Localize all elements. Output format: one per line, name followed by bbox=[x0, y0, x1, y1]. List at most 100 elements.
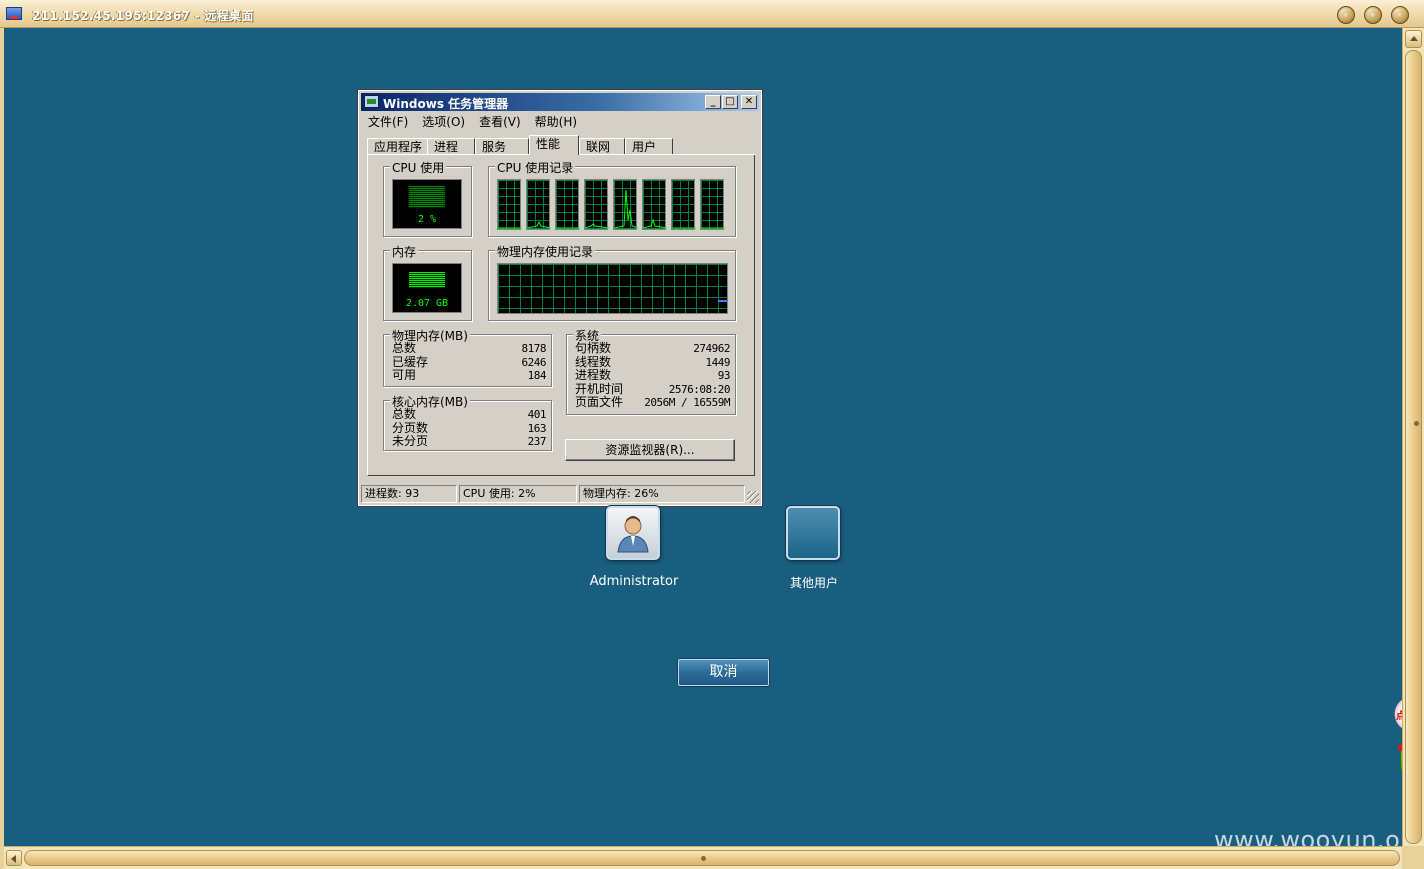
close-button[interactable] bbox=[1391, 6, 1409, 24]
stat-name: 线程数 bbox=[575, 354, 612, 369]
memory-history-group: 物理内存使用记录 bbox=[488, 243, 736, 321]
tm-maximize-button[interactable]: □ bbox=[722, 95, 738, 109]
task-manager-titlebar[interactable]: Windows 任务管理器 _ □ ✕ bbox=[361, 93, 759, 111]
cpu-core-line bbox=[527, 220, 551, 229]
cpu-core-graph bbox=[584, 179, 609, 230]
task-manager-menubar: 文件(F) 选项(O) 查看(V) 帮助(H) bbox=[361, 113, 584, 131]
stat-value: 401 bbox=[527, 408, 547, 421]
memory-history-svg bbox=[718, 300, 728, 302]
horizontal-scroll-thumb[interactable] bbox=[24, 850, 1400, 866]
cpu-core-graph bbox=[555, 179, 580, 230]
memory-label: 内存 bbox=[390, 243, 419, 260]
performance-panel: CPU 使用 2 % CPU 使用记录 内存 2.07 GB 物理内存使用记录 … bbox=[367, 155, 755, 476]
tab-services[interactable]: 服务 bbox=[475, 138, 529, 155]
stat-value: 184 bbox=[527, 369, 547, 382]
menu-help[interactable]: 帮助(H) bbox=[528, 113, 584, 131]
user-tile-other[interactable] bbox=[786, 506, 840, 560]
stat-value: 2576:08:20 bbox=[668, 382, 731, 396]
user-tile-administrator[interactable] bbox=[606, 506, 660, 560]
cpu-core-svg bbox=[643, 218, 667, 229]
cpu-core-svg bbox=[614, 189, 638, 229]
kernel-memory-group: 核心内存(MB) 总数 401 分页数 163 未分页 237 bbox=[383, 393, 552, 451]
cpu-usage-label: CPU 使用 bbox=[390, 159, 447, 176]
cpu-core-line bbox=[643, 218, 667, 229]
cpu-core-svg bbox=[672, 227, 696, 229]
task-manager-window[interactable]: Windows 任务管理器 _ □ ✕ 文件(F) 选项(O) 查看(V) 帮助… bbox=[357, 89, 763, 507]
vertical-grip-icon bbox=[1414, 421, 1419, 426]
stat-value: 8178 bbox=[521, 342, 547, 355]
scroll-up-arrow-icon[interactable] bbox=[1405, 30, 1422, 48]
cancel-button[interactable]: 取消 bbox=[678, 659, 769, 686]
cpu-core-graph bbox=[700, 179, 725, 230]
stat-value: 163 bbox=[527, 421, 547, 435]
stat-value: 93 bbox=[717, 369, 731, 382]
horizontal-grip-icon bbox=[701, 856, 706, 861]
cpu-core-svg bbox=[585, 223, 609, 229]
tab-users[interactable]: 用户 bbox=[625, 138, 673, 155]
stat-name: 可用 bbox=[392, 368, 417, 382]
stat-name: 页面文件 bbox=[575, 395, 624, 409]
memory-meter: 2.07 GB bbox=[392, 263, 462, 313]
cpu-history-label: CPU 使用记录 bbox=[495, 159, 576, 176]
resource-monitor-button[interactable]: 资源监视器(R)... bbox=[565, 439, 735, 461]
stat-name: 分页数 bbox=[392, 420, 429, 435]
memory-history-graph bbox=[497, 263, 728, 314]
menu-options[interactable]: 选项(O) bbox=[415, 113, 472, 131]
cpu-core-graph bbox=[497, 179, 522, 230]
remote-desktop-area[interactable]: Windows 任务管理器 _ □ ✕ 文件(F) 选项(O) 查看(V) 帮助… bbox=[4, 28, 1402, 846]
menu-view[interactable]: 查看(V) bbox=[472, 113, 528, 131]
stat-name: 总数 bbox=[392, 341, 417, 355]
cpu-meter-bars bbox=[409, 186, 445, 208]
cpu-core-line bbox=[585, 223, 609, 229]
tm-minimize-button[interactable]: _ bbox=[705, 95, 721, 109]
cpu-history-group: CPU 使用记录 bbox=[488, 159, 736, 237]
stat-value: 274962 bbox=[693, 342, 730, 355]
tab-applications[interactable]: 应用程序 bbox=[367, 138, 430, 155]
stat-name: 已缓存 bbox=[392, 354, 429, 369]
stat-name: 总数 bbox=[392, 407, 417, 421]
status-processes: 进程数: 93 bbox=[361, 485, 457, 503]
minimize-button[interactable] bbox=[1337, 6, 1355, 24]
system-group: 系统 句柄数 274962 线程数 1449 进程数 93 开机时间 2576:08:20 页面… bbox=[566, 327, 736, 415]
cpu-core-svg bbox=[498, 227, 522, 229]
cpu-core-svg bbox=[701, 227, 725, 229]
stat-name: 未分页 bbox=[392, 434, 429, 448]
cpu-core-svg bbox=[556, 227, 580, 229]
task-manager-statusbar: 进程数: 93 CPU 使用: 2% 物理内存: 26% bbox=[361, 485, 759, 503]
memory-value: 2.07 GB bbox=[405, 298, 449, 309]
tab-networking[interactable]: 联网 bbox=[579, 138, 625, 155]
stat-value: 6246 bbox=[521, 355, 547, 369]
memory-history-label: 物理内存使用记录 bbox=[495, 243, 596, 260]
horizontal-scrollbar[interactable] bbox=[4, 846, 1402, 869]
vertical-scrollbar[interactable] bbox=[1402, 28, 1424, 846]
memory-meter-bars bbox=[409, 272, 445, 288]
tab-performance[interactable]: 性能 bbox=[529, 135, 579, 155]
resize-grip[interactable] bbox=[747, 491, 759, 503]
cpu-core-graph bbox=[671, 179, 696, 230]
vertical-scroll-thumb[interactable] bbox=[1405, 50, 1422, 844]
menu-file[interactable]: 文件(F) bbox=[361, 113, 415, 131]
cpu-usage-group: CPU 使用 2 % bbox=[383, 159, 472, 237]
cpu-usage-value: 2 % bbox=[417, 214, 437, 225]
maximize-button[interactable] bbox=[1364, 6, 1382, 24]
scroll-left-arrow-icon[interactable] bbox=[6, 850, 22, 866]
stat-value: 1449 bbox=[705, 355, 731, 369]
watermark-text: www.wooyun.org bbox=[1214, 826, 1402, 846]
cpu-usage-meter: 2 % bbox=[392, 179, 462, 229]
user-name-administrator[interactable]: Administrator bbox=[588, 574, 680, 589]
user-name-other[interactable]: 其他用户 bbox=[774, 574, 854, 591]
stat-value: 237 bbox=[527, 435, 547, 448]
stat-name: 句柄数 bbox=[575, 341, 612, 355]
scrollbar-corner bbox=[1402, 846, 1424, 869]
stat-name: 进程数 bbox=[575, 368, 612, 382]
stat-name: 开机时间 bbox=[575, 381, 624, 396]
cpu-core-graph bbox=[526, 179, 551, 230]
remote-desktop-icon bbox=[6, 7, 22, 20]
task-manager-icon bbox=[364, 95, 379, 108]
tab-processes[interactable]: 进程 bbox=[427, 138, 475, 155]
cpu-core-graph bbox=[613, 179, 638, 230]
cpu-core-line bbox=[614, 189, 638, 229]
tm-close-button[interactable]: ✕ bbox=[741, 95, 757, 109]
remote-desktop-titlebar[interactable]: 211.152.45.195:12367 - 远程桌面 bbox=[0, 0, 1424, 28]
status-memory: 物理内存: 26% bbox=[579, 485, 745, 503]
